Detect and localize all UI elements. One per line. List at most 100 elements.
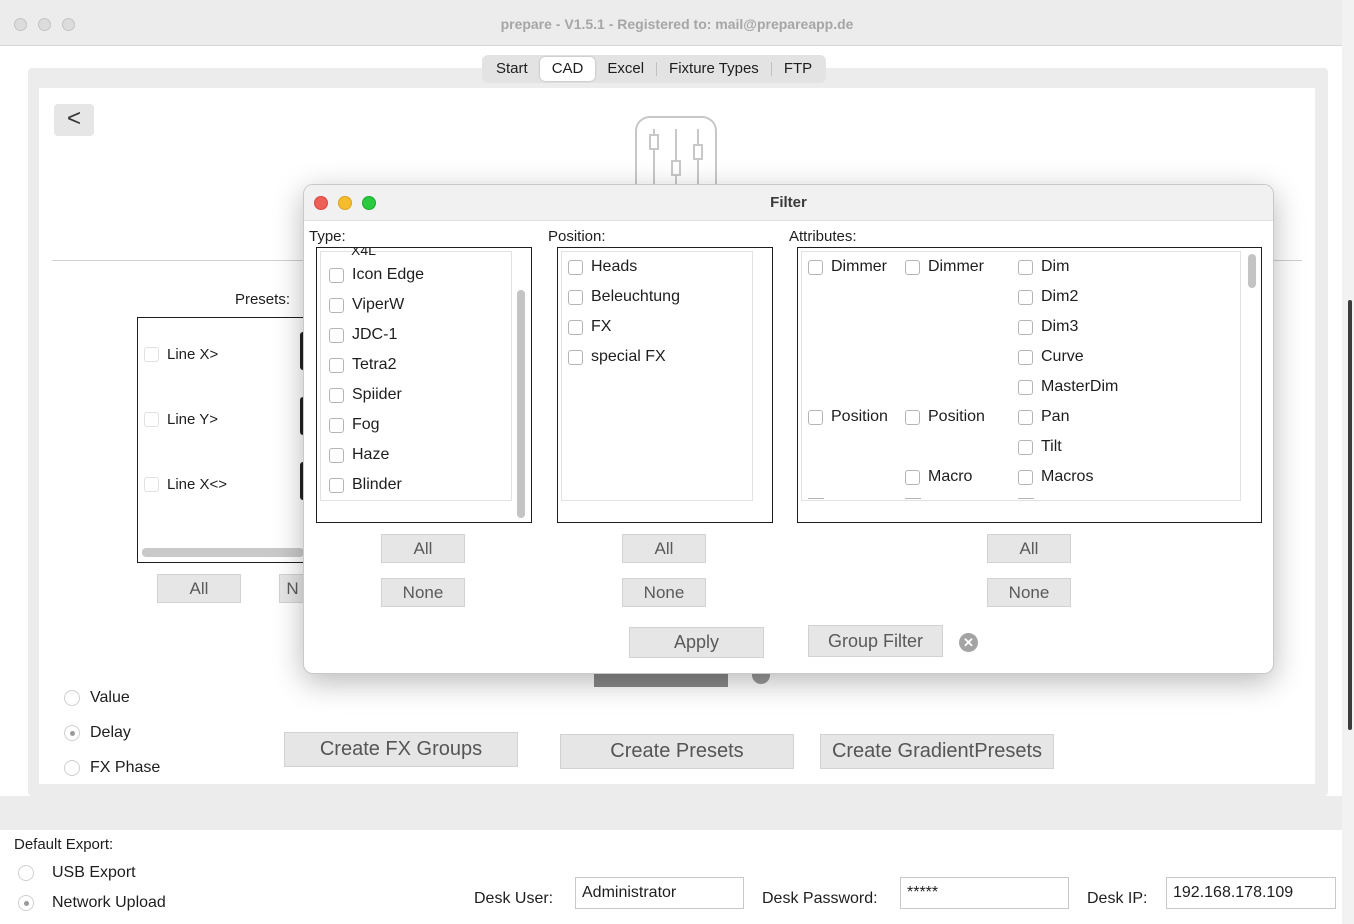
presets-list[interactable]: Line X> Line Y> Line X<> [137,317,307,563]
attr-item[interactable]: Tilt [1018,438,1062,456]
attr-item[interactable]: Position [905,408,985,426]
group-filter-button[interactable]: Group Filter [808,625,943,657]
checkbox[interactable] [329,447,344,463]
type-item[interactable]: Fog [329,416,380,434]
mode-fx-phase-radio[interactable]: FX Phase [64,759,160,777]
usb-export-radio[interactable]: USB Export [18,864,136,882]
position-item[interactable]: special FX [568,348,666,366]
preset-item[interactable]: Line X> [144,346,218,363]
radio[interactable] [18,865,34,881]
checkbox[interactable] [905,409,920,425]
type-item[interactable]: Spiider [329,386,402,404]
checkbox[interactable] [1018,439,1033,455]
checkbox[interactable] [1018,409,1033,425]
checkbox[interactable] [568,259,583,275]
attr-item[interactable]: MasterDim [1018,378,1118,396]
checkbox[interactable] [144,347,159,362]
window-scrollbar[interactable] [1348,300,1352,730]
position-item[interactable]: Beleuchtung [568,288,680,306]
checkbox[interactable] [144,477,159,492]
type-item[interactable]: JDC-1 [329,326,397,344]
checkbox[interactable] [1018,259,1033,275]
type-none-button[interactable]: None [381,578,465,607]
attr-item[interactable]: Dimmer [808,258,887,276]
checkbox[interactable] [1018,319,1033,335]
desk-ip-field[interactable]: 192.168.178.109 [1166,877,1336,909]
attr-item[interactable]: Dim2 [1018,288,1078,306]
network-upload-radio[interactable]: Network Upload [18,894,166,912]
checkbox[interactable] [1018,349,1033,365]
tab-start[interactable]: Start [484,57,540,81]
radio[interactable] [64,760,80,776]
tab-fixture-types[interactable]: Fixture Types [657,57,771,81]
type-item[interactable]: Tetra2 [329,356,396,374]
tab-ftp[interactable]: FTP [772,57,824,81]
desk-user-field[interactable]: Administrator [575,877,744,909]
presets-all-button[interactable]: All [157,574,241,603]
tab-cad[interactable]: CAD [539,57,596,81]
checkbox[interactable] [808,259,823,275]
attributes-none-button[interactable]: None [987,578,1071,607]
position-item-label: Beleuchtung [591,288,680,305]
mode-value-radio[interactable]: Value [64,689,130,707]
preset-item[interactable]: Line X<> [144,476,227,493]
radio[interactable] [18,895,34,911]
attr-item[interactable]: Curve [1018,348,1084,366]
attr-item[interactable]: Macros [1018,468,1093,486]
checkbox[interactable] [568,349,583,365]
presets-none-button[interactable]: N [279,574,305,603]
desk-password-field[interactable]: ***** [900,877,1069,909]
checkbox[interactable] [1018,469,1033,485]
checkbox[interactable] [1018,379,1033,395]
checkbox[interactable] [329,387,344,403]
preset-item[interactable]: Line Y> [144,411,218,428]
mode-delay-radio[interactable]: Delay [64,724,131,742]
attributes-list[interactable]: Dimmer Position Dimmer Position Macro Di… [797,247,1262,523]
position-item[interactable]: FX [568,318,611,336]
checkbox[interactable] [329,477,344,493]
apply-button[interactable]: Apply [629,627,764,658]
type-list-scrollbar[interactable] [517,290,525,518]
radio[interactable] [64,725,80,741]
checkbox[interactable] [568,319,583,335]
checkbox[interactable] [329,417,344,433]
presets-hscrollbar[interactable] [142,548,304,557]
type-item[interactable]: Blinder [329,476,402,494]
attr-item[interactable]: Pan [1018,408,1069,426]
checkbox[interactable] [329,327,344,343]
clear-circle-icon[interactable]: ✕ [959,633,978,652]
attr-item[interactable]: Position [808,408,888,426]
attr-item[interactable]: Macro [905,468,972,486]
type-item[interactable]: Icon Edge [329,266,424,284]
checkbox[interactable] [905,469,920,485]
position-all-button[interactable]: All [622,534,706,563]
checkbox[interactable] [905,259,920,275]
checkbox[interactable] [808,409,823,425]
back-button[interactable]: < [54,104,94,136]
type-item[interactable]: Haze [329,446,389,464]
attr-item[interactable]: Dim [1018,258,1069,276]
checkbox[interactable] [329,357,344,373]
checkbox[interactable] [329,267,344,283]
attributes-all-button[interactable]: All [987,534,1071,563]
type-item-cutoff: X4L [351,247,376,258]
preset-label: Line X> [167,346,219,363]
create-gradient-presets-button[interactable]: Create GradientPresets [820,734,1054,769]
checkbox[interactable] [329,297,344,313]
attr-item[interactable]: Dim3 [1018,318,1078,336]
type-all-button[interactable]: All [381,534,465,563]
radio[interactable] [64,690,80,706]
type-list[interactable]: X4L Icon Edge ViperW JDC-1 Tetra2 Spiide… [316,247,532,523]
type-item[interactable]: ViperW [329,296,404,314]
create-fx-groups-button[interactable]: Create FX Groups [284,732,518,767]
checkbox[interactable] [568,289,583,305]
checkbox[interactable] [1018,289,1033,305]
position-list[interactable]: Heads Beleuchtung FX special FX [557,247,773,523]
tab-excel[interactable]: Excel [595,57,656,81]
attributes-list-scrollbar[interactable] [1248,254,1256,288]
position-item[interactable]: Heads [568,258,637,276]
position-none-button[interactable]: None [622,578,706,607]
create-presets-button[interactable]: Create Presets [560,734,794,769]
attr-item[interactable]: Dimmer [905,258,984,276]
checkbox[interactable] [144,412,159,427]
